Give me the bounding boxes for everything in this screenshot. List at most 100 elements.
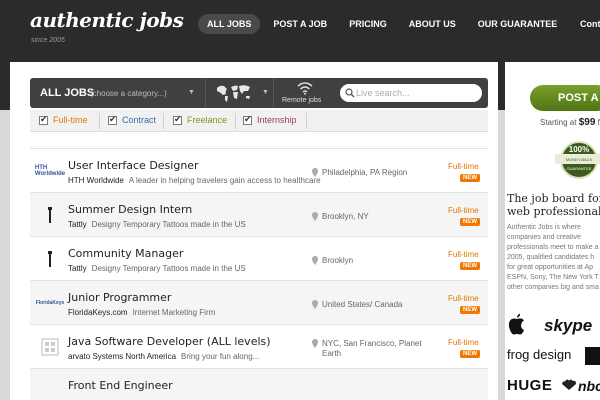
checkbox-checked-icon[interactable]: [39, 114, 48, 125]
company-name: arvato Systems North America: [68, 352, 177, 361]
job-company: FloridaKeys.com Internet Marketing Firm: [68, 308, 215, 317]
filter-full-time[interactable]: Full-time: [39, 114, 88, 125]
nav-contact[interactable]: Conta: [580, 19, 600, 29]
search-icon: [345, 88, 355, 98]
svg-text:GUARANTEE: GUARANTEE: [567, 166, 592, 171]
new-badge: NEW: [460, 306, 480, 314]
company-name: Tattly: [68, 220, 87, 229]
company-description: Designy Temporary Tattoos made in the US: [91, 264, 246, 273]
nav-about-us[interactable]: ABOUT US: [400, 14, 465, 34]
main-nav: ALL JOBS POST A JOB PRICING ABOUT US OUR…: [198, 14, 570, 34]
sidebar-heading-line-2: web professionals.: [507, 205, 600, 218]
job-company: Tattly Designy Temporary Tattoos made in …: [68, 220, 246, 229]
company-name: FloridaKeys.com: [68, 308, 128, 317]
tattly-logo-icon: [48, 251, 52, 267]
starting-price: Starting at $99 fo: [540, 117, 600, 128]
arvato-logo-icon: [41, 338, 59, 356]
job-row[interactable]: Front End Engineer: [30, 368, 488, 400]
job-title[interactable]: Community Manager: [68, 247, 183, 260]
filter-freelance-label: Freelance: [187, 115, 228, 125]
job-company: arvato Systems North America Bring your f…: [68, 352, 259, 361]
category-select[interactable]: (choose a category...): [90, 89, 167, 98]
job-location: Philadelphia, PA Region: [322, 168, 408, 177]
site-logo[interactable]: authentic jobs: [30, 8, 184, 32]
job-title[interactable]: Java Software Developer (ALL levels): [68, 335, 271, 348]
price-value: $99: [578, 117, 596, 128]
job-row[interactable]: Java Software Developer (ALL levels) arv…: [30, 324, 488, 368]
nav-all-jobs[interactable]: ALL JOBS: [198, 14, 261, 34]
company-name: HTH Worldwide: [68, 176, 124, 185]
job-type: Full-time: [448, 162, 479, 171]
company-description: Internet Marketing Firm: [132, 308, 216, 317]
divider: [99, 113, 100, 129]
new-badge: NEW: [460, 350, 480, 358]
frog-design-logo: frog design: [507, 347, 572, 362]
top-navigation-bar: authentic jobs since 2005 ALL JOBS POST …: [0, 0, 600, 50]
job-title[interactable]: Junior Programmer: [68, 291, 171, 304]
job-row[interactable]: Community Manager Tattly Designy Temporar…: [30, 236, 488, 280]
nav-post-a-job[interactable]: POST A JOB: [264, 14, 336, 34]
world-map-icon: [217, 85, 250, 102]
wifi-icon: [297, 82, 313, 95]
job-location: United States/ Canada: [322, 300, 403, 309]
price-prefix: Starting at: [540, 118, 577, 127]
nbc-logo: nbc: [578, 378, 600, 394]
post-a-job-button[interactable]: POST A JO: [530, 85, 600, 111]
nav-pricing[interactable]: PRICING: [340, 14, 396, 34]
nbc-peacock-icon: [562, 379, 576, 390]
company-description: Designy Temporary Tattoos made in the US: [91, 220, 246, 229]
all-jobs-label[interactable]: ALL JOBS: [40, 87, 94, 99]
job-title[interactable]: Summer Design Intern: [68, 203, 192, 216]
filter-contract[interactable]: Contract: [108, 114, 157, 125]
company-description: A leader in helping travelers gain acces…: [128, 176, 321, 185]
filter-contract-label: Contract: [122, 115, 157, 125]
divider: [235, 113, 236, 129]
skype-logo: skype: [544, 316, 593, 335]
company-logo: HTH Worldwide: [34, 165, 66, 177]
live-search-input[interactable]: [340, 84, 482, 102]
divider: [306, 113, 307, 129]
job-row[interactable]: HTH Worldwide User Interface Designer HT…: [30, 148, 488, 192]
checkbox-checked-icon[interactable]: [243, 114, 252, 125]
company-logo: [38, 249, 62, 269]
job-type: Full-time: [448, 294, 479, 303]
new-badge: NEW: [460, 262, 480, 270]
job-type: Full-time: [448, 206, 479, 215]
job-type: Full-time: [448, 250, 479, 259]
tattly-logo-icon: [48, 207, 52, 223]
job-location: Brooklyn, NY: [322, 212, 369, 221]
checkbox-checked-icon[interactable]: [108, 114, 117, 125]
filter-freelance[interactable]: Freelance: [173, 114, 228, 125]
job-location: Brooklyn: [322, 256, 354, 265]
company-name: Tattly: [68, 264, 87, 273]
company-description: Bring your fun along...: [181, 352, 260, 361]
brand-logo-partial: [585, 347, 600, 365]
svg-text:MONEY-BACK: MONEY-BACK: [566, 157, 593, 162]
chevron-down-icon[interactable]: ▼: [188, 89, 195, 96]
filter-internship-label: Internship: [257, 115, 297, 125]
new-badge: NEW: [460, 218, 480, 226]
remote-jobs-filter[interactable]: Remote jobs: [273, 78, 333, 108]
sidebar-heading-line-1: The job board for: [507, 192, 600, 205]
money-back-guarantee-seal-icon: 100% MONEY-BACK GUARANTEE: [555, 141, 600, 179]
logo-tagline: since 2005: [31, 37, 65, 44]
nav-our-guarantee[interactable]: OUR GUARANTEE: [469, 14, 567, 34]
filter-internship[interactable]: Internship: [243, 114, 297, 125]
job-row[interactable]: Summer Design Intern Tattly Designy Tempo…: [30, 192, 488, 236]
company-logo: [38, 337, 62, 357]
job-location: NYC, San Francisco, Planet Earth: [322, 339, 422, 358]
checkbox-checked-icon[interactable]: [173, 114, 182, 125]
region-filter[interactable]: ▼: [205, 78, 273, 108]
job-list: HTH Worldwide User Interface Designer HT…: [30, 148, 488, 400]
job-title[interactable]: User Interface Designer: [68, 159, 199, 172]
job-type: Full-time: [448, 338, 479, 347]
job-row[interactable]: FloridaKeys Junior Programmer FloridaKey…: [30, 280, 488, 324]
huge-logo: HUGE: [507, 377, 553, 394]
divider: [163, 113, 164, 129]
chevron-down-icon: ▼: [262, 89, 269, 96]
new-badge: NEW: [460, 174, 480, 182]
apple-logo-icon: [508, 313, 524, 335]
sidebar-description: Authentic Jobs is where companies and cr…: [507, 224, 599, 291]
job-type-filters: Full-time Contract Freelance Internship: [30, 110, 488, 132]
job-title[interactable]: Front End Engineer: [68, 379, 173, 392]
